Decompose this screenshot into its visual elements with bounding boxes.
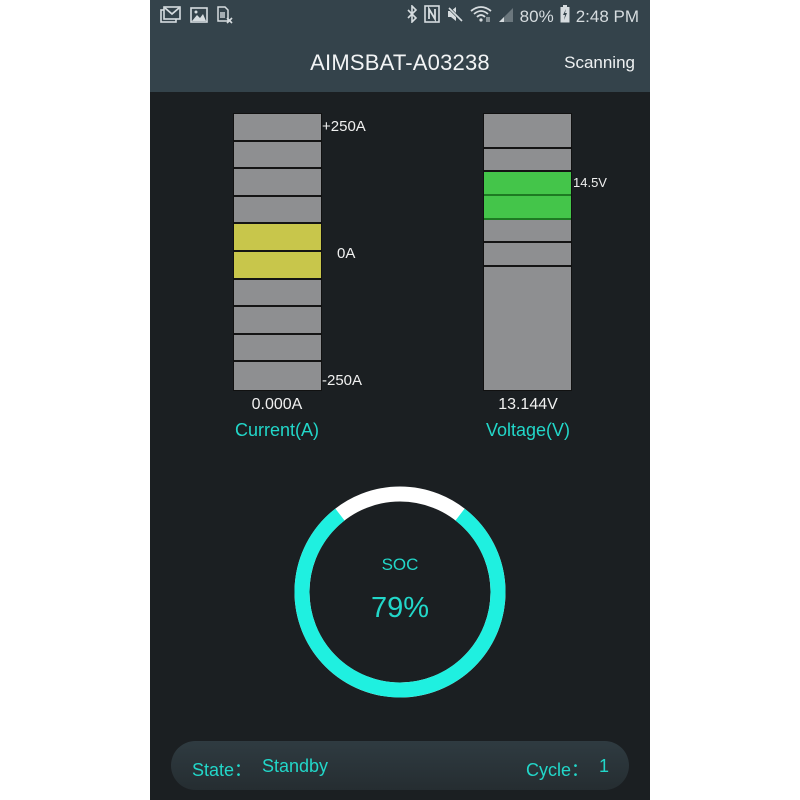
- status-bar-pill: State： Standby Cycle： 1: [171, 741, 629, 790]
- signal-icon: [498, 5, 514, 28]
- current-max-label: +250A: [322, 118, 366, 135]
- phone-screen: 80% 2:48 PM AIMSBAT-A03238 Scanning +250…: [150, 0, 650, 800]
- state-value: Standby: [262, 756, 329, 776]
- current-segment: [234, 141, 321, 170]
- soc-label: SOC: [381, 555, 419, 574]
- voltage-bar-gauge: [483, 113, 572, 391]
- current-segment: [234, 114, 321, 142]
- voltage-segment: [484, 219, 571, 243]
- scanning-button[interactable]: Scanning: [564, 53, 635, 73]
- cycle-value: 1: [599, 756, 610, 776]
- voltage-segment: [484, 114, 571, 150]
- voltage-segment: [484, 149, 571, 172]
- wifi-icon: [470, 5, 492, 28]
- current-segment: [234, 362, 321, 390]
- current-segment: [234, 279, 321, 308]
- battery-charging-icon: [560, 5, 570, 28]
- voltage-value: 13.144V: [498, 396, 558, 413]
- clock: 2:48 PM: [575, 6, 639, 26]
- current-zero-label: 0A: [337, 245, 356, 262]
- current-segment: [234, 169, 321, 197]
- notification-icons: [160, 6, 234, 29]
- state-label: State：: [192, 760, 253, 780]
- voltage-marker-label: 14.5V: [573, 175, 607, 190]
- battery-percent: 80%: [519, 6, 554, 26]
- bluetooth-icon: [406, 4, 418, 28]
- voltage-segment: [484, 171, 571, 196]
- current-title: Current(A): [234, 420, 319, 440]
- gallery-icon: [190, 7, 208, 28]
- cycle-label: Cycle：: [526, 760, 590, 780]
- mute-icon: [446, 5, 464, 28]
- soc-value: 79%: [370, 592, 430, 624]
- gmail-icon: [160, 6, 182, 29]
- current-segment: [234, 252, 321, 280]
- current-segment: [234, 307, 321, 335]
- current-segment: [234, 196, 321, 225]
- soc-gauge: SOC 79%: [294, 486, 506, 698]
- current-bar-gauge: [233, 113, 322, 391]
- voltage-segment: [484, 266, 571, 390]
- current-min-label: -250A: [322, 372, 363, 389]
- system-icons: 80% 2:48 PM: [406, 4, 639, 28]
- app-bar: AIMSBAT-A03238 Scanning: [150, 35, 650, 92]
- voltage-segment: [484, 242, 571, 267]
- nfc-icon: [423, 5, 440, 28]
- current-segment: [234, 224, 321, 252]
- current-value: 0.000A: [251, 396, 303, 413]
- voltage-segment: [484, 195, 571, 220]
- current-segment: [234, 334, 321, 363]
- status-bar: 80% 2:48 PM: [150, 0, 650, 35]
- voltage-title: Voltage(V): [485, 420, 571, 440]
- sim-card-off-icon: [216, 6, 234, 29]
